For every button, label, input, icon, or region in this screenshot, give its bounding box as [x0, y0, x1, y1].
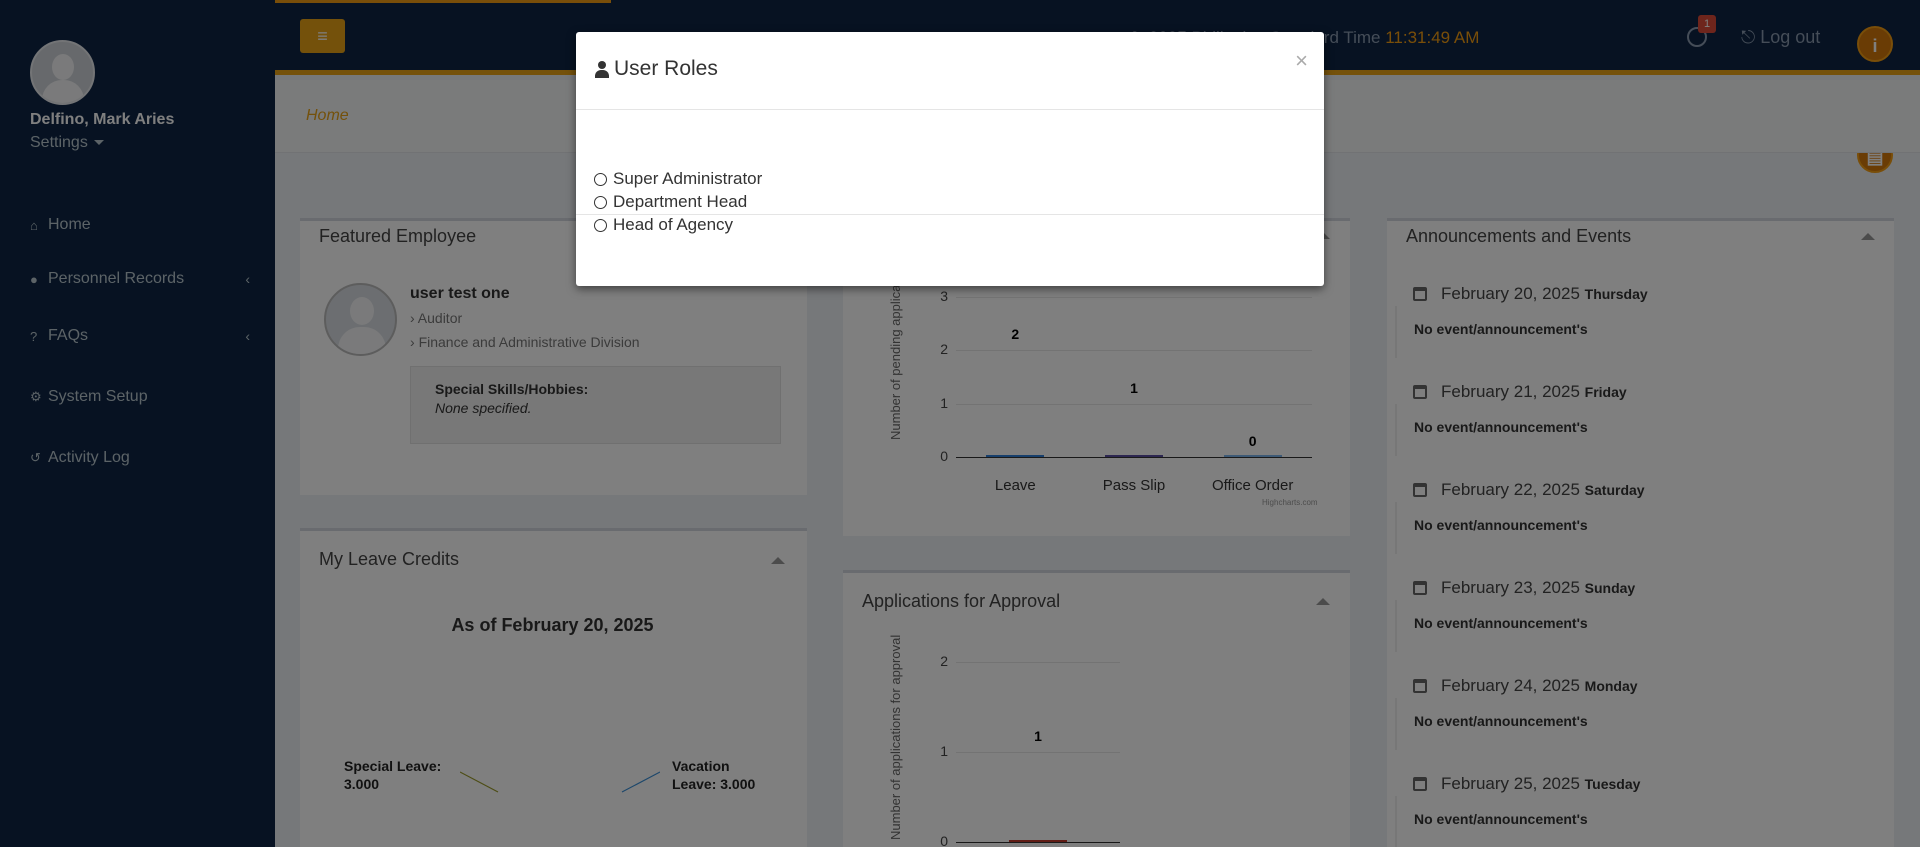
modal-title: User Roles	[614, 57, 718, 80]
radio-button[interactable]	[594, 218, 607, 232]
user-icon	[594, 61, 610, 78]
modal-header: User Roles ×	[576, 32, 1324, 110]
close-button[interactable]: ×	[1295, 48, 1308, 74]
role-option-head-of-agency[interactable]: Head of Agency	[594, 215, 733, 235]
role-option-super-administrator[interactable]: Super Administrator	[594, 169, 762, 189]
role-label: Department Head	[613, 192, 748, 211]
role-label: Head of Agency	[613, 215, 734, 234]
modal-body: Super Administrator Department Head Head…	[576, 111, 1324, 234]
user-roles-modal: User Roles × Super Administrator Departm…	[576, 32, 1324, 286]
radio-button[interactable]	[594, 195, 607, 209]
role-label: Super Administrator	[613, 169, 763, 188]
radio-button[interactable]	[594, 172, 607, 186]
role-option-department-head[interactable]: Department Head	[594, 192, 747, 212]
